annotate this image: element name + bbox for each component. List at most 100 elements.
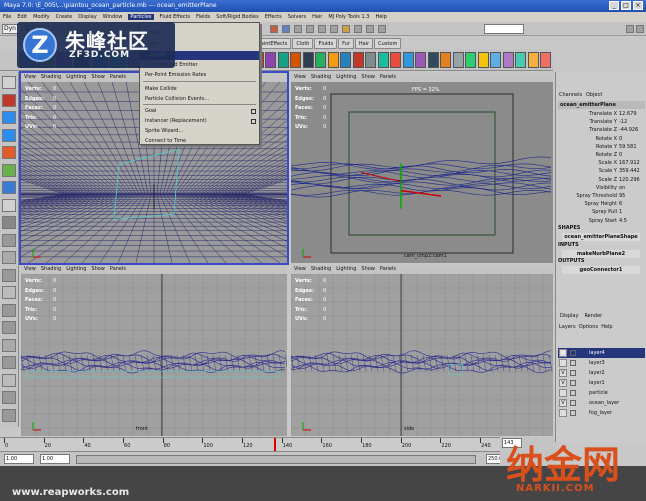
snap-point-icon[interactable] [318, 25, 326, 33]
channel-box-header-channels[interactable]: Channels [559, 92, 582, 98]
dropdown-item-7[interactable]: Particle Collision Events... [140, 95, 259, 104]
shelf-tool-icon[interactable] [465, 52, 476, 68]
playback-start-field[interactable]: 1.00 [40, 454, 70, 464]
render-radio[interactable]: Render [584, 313, 602, 319]
shelf-tool-icon[interactable] [277, 52, 289, 68]
layer-color-swatch[interactable] [570, 370, 576, 376]
layer-color-swatch[interactable] [570, 410, 576, 416]
panel-menu-show[interactable]: Show [91, 266, 105, 272]
dropdown-item-5[interactable]: Per-Point Emission Rates [140, 71, 259, 80]
viewport-front[interactable]: View Shading Lighting Show Panels Verts: Edges… [21, 265, 287, 436]
menu-window[interactable]: Window [103, 14, 123, 20]
panel-menu-panels[interactable]: Panels [380, 74, 396, 80]
render-globals-icon[interactable] [378, 25, 386, 33]
attribute-value[interactable]: 4.5 [619, 217, 627, 225]
layer-color-swatch[interactable] [570, 390, 576, 396]
tool-icon[interactable] [2, 128, 16, 142]
layer-visibility-toggle[interactable]: V [559, 369, 567, 377]
panel-menu-lighting[interactable]: Lighting [336, 74, 356, 80]
shelf-tab-fur[interactable]: Fur [338, 38, 354, 49]
panel-menu-lighting[interactable]: Lighting [66, 266, 86, 272]
tool-icon[interactable] [2, 338, 16, 352]
attribute-value[interactable]: 6 [619, 200, 622, 208]
layer-visibility-toggle[interactable] [559, 389, 567, 397]
viewport-canvas[interactable] [21, 274, 287, 436]
channel-attribute[interactable]: Spray Pull 1 [558, 208, 645, 216]
layer-visibility-toggle[interactable] [559, 359, 567, 367]
tool-icon[interactable] [2, 373, 16, 387]
snap-plane-icon[interactable] [330, 25, 338, 33]
layer-color-swatch[interactable] [570, 360, 576, 366]
shelf-tool-icon[interactable] [427, 52, 439, 68]
channel-attribute[interactable]: Scale Z 120.296 [558, 176, 645, 184]
shelf-tool-icon[interactable] [452, 52, 464, 68]
shelf-tool-icon[interactable] [290, 52, 301, 68]
panel-menu-panels[interactable]: Panels [110, 266, 126, 272]
tool-icon[interactable] [2, 303, 16, 317]
menu-effects[interactable]: Effects [265, 14, 282, 20]
attribute-editor-toggle-icon[interactable] [636, 25, 644, 33]
panel-menu-lighting[interactable]: Lighting [66, 74, 86, 80]
menu-edit[interactable]: Edit [17, 14, 27, 20]
channel-attribute[interactable]: Translate X 12.679 [558, 110, 645, 118]
shelf-tool-icon[interactable] [265, 52, 276, 68]
close-button[interactable]: × [633, 1, 643, 10]
shelf-tool-icon[interactable] [352, 52, 364, 68]
panel-menu-lighting[interactable]: Lighting [336, 266, 356, 272]
layer-row-fog-layer[interactable]: fog_layer [558, 408, 645, 418]
panel-menu-panels[interactable]: Panels [380, 266, 396, 272]
menu-fluid-effects[interactable]: Fluid Effects [160, 14, 191, 20]
tool-icon[interactable] [2, 198, 16, 212]
layer-editor-menu[interactable]: Layers Options Help [559, 324, 613, 330]
layer-row-particle[interactable]: particle [558, 388, 645, 398]
input-node[interactable]: makeNurbPlane2 [562, 250, 640, 258]
panel-menu-view[interactable]: View [294, 74, 306, 80]
minimize-button[interactable]: _ [609, 1, 619, 10]
dropdown-item-6[interactable]: Make Collide [140, 85, 259, 94]
layer-visibility-toggle[interactable] [559, 409, 567, 417]
shelf-tool-icon[interactable] [377, 52, 389, 68]
dropdown-item-9[interactable]: Instancer (Replacement) [140, 117, 259, 126]
tool-icon[interactable] [2, 146, 16, 159]
range-slider-bar[interactable] [76, 455, 476, 464]
menu-create[interactable]: Create [56, 14, 73, 20]
ipr-icon[interactable] [366, 25, 374, 33]
tool-icon[interactable] [2, 181, 16, 194]
history-icon[interactable] [342, 25, 350, 33]
panel-menu-shading[interactable]: Shading [311, 74, 331, 80]
panel-menu-shading[interactable]: Shading [311, 266, 331, 272]
layer-row-layer1[interactable]: Vlayer1 [558, 378, 645, 388]
shelf-tool-icon[interactable] [477, 52, 489, 68]
panel-menu-shading[interactable]: Shading [41, 266, 61, 272]
menu-mj-poly-tools-1-3[interactable]: MJ Poly Tools 1.3 [328, 14, 369, 20]
shelf-tab-custom[interactable]: Custom [374, 38, 402, 49]
layer-visibility-toggle[interactable]: V [559, 349, 567, 357]
attribute-value[interactable]: 95 [619, 192, 625, 200]
shelf-tool-icon[interactable] [315, 52, 326, 68]
attribute-value[interactable]: 0 [619, 151, 622, 159]
channel-attribute[interactable]: Spray Start 4.5 [558, 217, 645, 225]
display-radio[interactable]: Display [560, 313, 578, 319]
channel-attribute[interactable]: Rotate Z0 [558, 151, 645, 159]
tool-icon[interactable] [2, 268, 16, 282]
dropdown-item-11[interactable]: Connect to Time [140, 137, 259, 146]
shelf-tool-icon[interactable] [515, 52, 526, 68]
current-time-marker[interactable] [274, 438, 277, 451]
shelf-tool-icon[interactable] [540, 52, 551, 68]
shelf-tool-icon[interactable] [440, 52, 451, 68]
tool-icon[interactable] [2, 286, 16, 299]
attribute-value[interactable]: 359.442 [619, 167, 640, 175]
tool-icon[interactable] [2, 163, 16, 177]
tool-icon[interactable] [2, 251, 16, 264]
option-box-icon[interactable] [251, 109, 256, 114]
menu-fields[interactable]: Fields [196, 14, 210, 20]
panel-menu-view[interactable]: View [294, 266, 306, 272]
shape-node[interactable]: ocean_emitterPlaneShape [562, 233, 640, 241]
option-box-icon[interactable] [251, 119, 256, 124]
viewport-side[interactable]: View Shading Lighting Show Panels Verts: Edges… [291, 265, 553, 436]
channel-attribute[interactable]: Rotate X0 [558, 135, 645, 143]
attribute-value[interactable]: 120.296 [619, 176, 640, 184]
attribute-value[interactable]: 0 [619, 135, 622, 143]
output-node[interactable]: geoConnector1 [562, 266, 640, 274]
layer-color-swatch[interactable] [570, 380, 576, 386]
